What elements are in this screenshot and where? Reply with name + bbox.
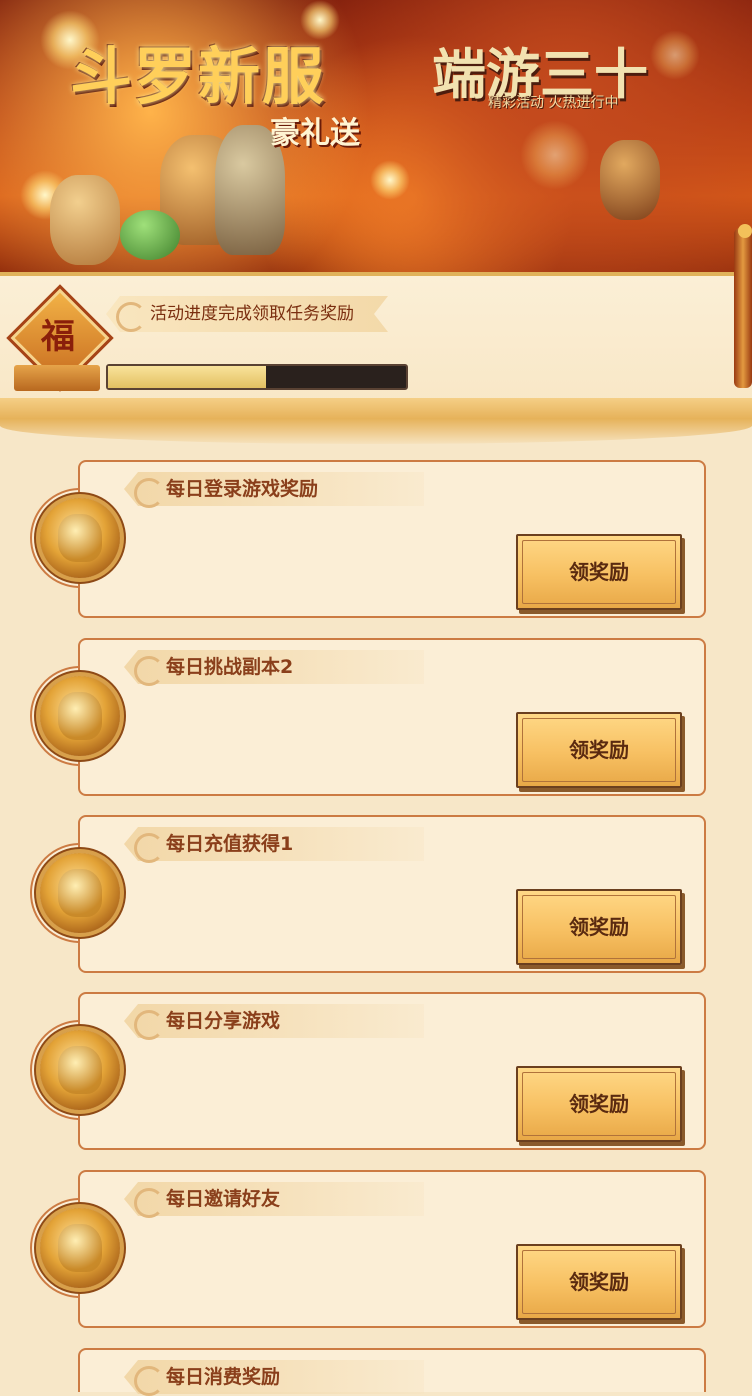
decorative-post — [734, 228, 752, 388]
gold-reward-coin-icon — [40, 1208, 120, 1288]
task-title: 每日登录游戏奖励 — [166, 478, 319, 500]
claim-reward-button-label: 领奖励 — [569, 1092, 629, 1116]
claim-reward-button[interactable]: 领奖励 — [516, 889, 682, 965]
claim-reward-button[interactable]: 领奖励 — [516, 1244, 682, 1320]
swirl-ornament-icon — [134, 656, 164, 686]
progress-bar — [106, 364, 408, 390]
gold-reward-coin-icon — [40, 853, 120, 933]
badge-base — [14, 365, 100, 391]
sparkle — [370, 160, 410, 200]
claim-reward-button-label: 领奖励 — [569, 915, 629, 939]
banner-title: 斗罗新服 — [70, 40, 327, 113]
swirl-ornament-icon — [134, 833, 164, 863]
swirl-ornament-icon — [134, 478, 164, 508]
sparkle — [650, 30, 700, 80]
task-card: 每日充值获得1 领奖励 — [30, 815, 706, 973]
task-card: 每日分享游戏 领奖励 — [30, 992, 706, 1150]
claim-reward-button[interactable]: 领奖励 — [516, 1066, 682, 1142]
panel-scroll-edge — [0, 398, 752, 444]
task-title: 每日充值获得1 — [166, 833, 294, 855]
event-banner: 斗罗新服 豪礼送 端游三十 精彩活动 火热进行中 — [0, 0, 752, 280]
banner-subtitle: 豪礼送 — [270, 116, 360, 151]
task-title: 每日消费奖励 — [166, 1366, 281, 1388]
banner-subtitle-secondary: 精彩活动 火热进行中 — [488, 95, 619, 111]
task-card: 每日挑战副本2 领奖励 — [30, 638, 706, 796]
gold-reward-coin-icon — [40, 498, 120, 578]
task-card: 每日登录游戏奖励 领奖励 — [30, 460, 706, 618]
task-title: 每日挑战副本2 — [166, 656, 294, 678]
task-title: 每日分享游戏 — [166, 1010, 281, 1032]
claim-reward-button-label: 领奖励 — [569, 738, 629, 762]
claim-reward-button-label: 领奖励 — [569, 560, 629, 584]
swirl-ornament-icon — [134, 1188, 164, 1218]
progress-label: 活动进度完成领取任务奖励 — [150, 304, 354, 324]
task-title: 每日邀请好友 — [166, 1188, 281, 1210]
progress-bar-fill — [108, 366, 266, 388]
claim-reward-button[interactable]: 领奖励 — [516, 712, 682, 788]
swirl-ornament-icon — [116, 302, 146, 332]
claim-reward-button[interactable]: 领奖励 — [516, 534, 682, 610]
claim-reward-button-label: 领奖励 — [569, 1270, 629, 1294]
sparkle — [520, 120, 590, 190]
task-card: 每日消费奖励 — [78, 1348, 706, 1396]
gold-reward-coin-icon — [40, 1030, 120, 1110]
gold-reward-coin-icon — [40, 676, 120, 756]
badge-glyph: 福 — [41, 317, 75, 357]
task-card: 每日邀请好友 领奖励 — [30, 1170, 706, 1328]
character-illustration — [600, 140, 660, 220]
swirl-ornament-icon — [134, 1010, 164, 1040]
decorative-post-cap — [738, 224, 752, 238]
task-list: 每日登录游戏奖励 领奖励 每日挑战副本2 领奖励 每日充值获得1 领奖励 每日分… — [0, 444, 752, 1396]
